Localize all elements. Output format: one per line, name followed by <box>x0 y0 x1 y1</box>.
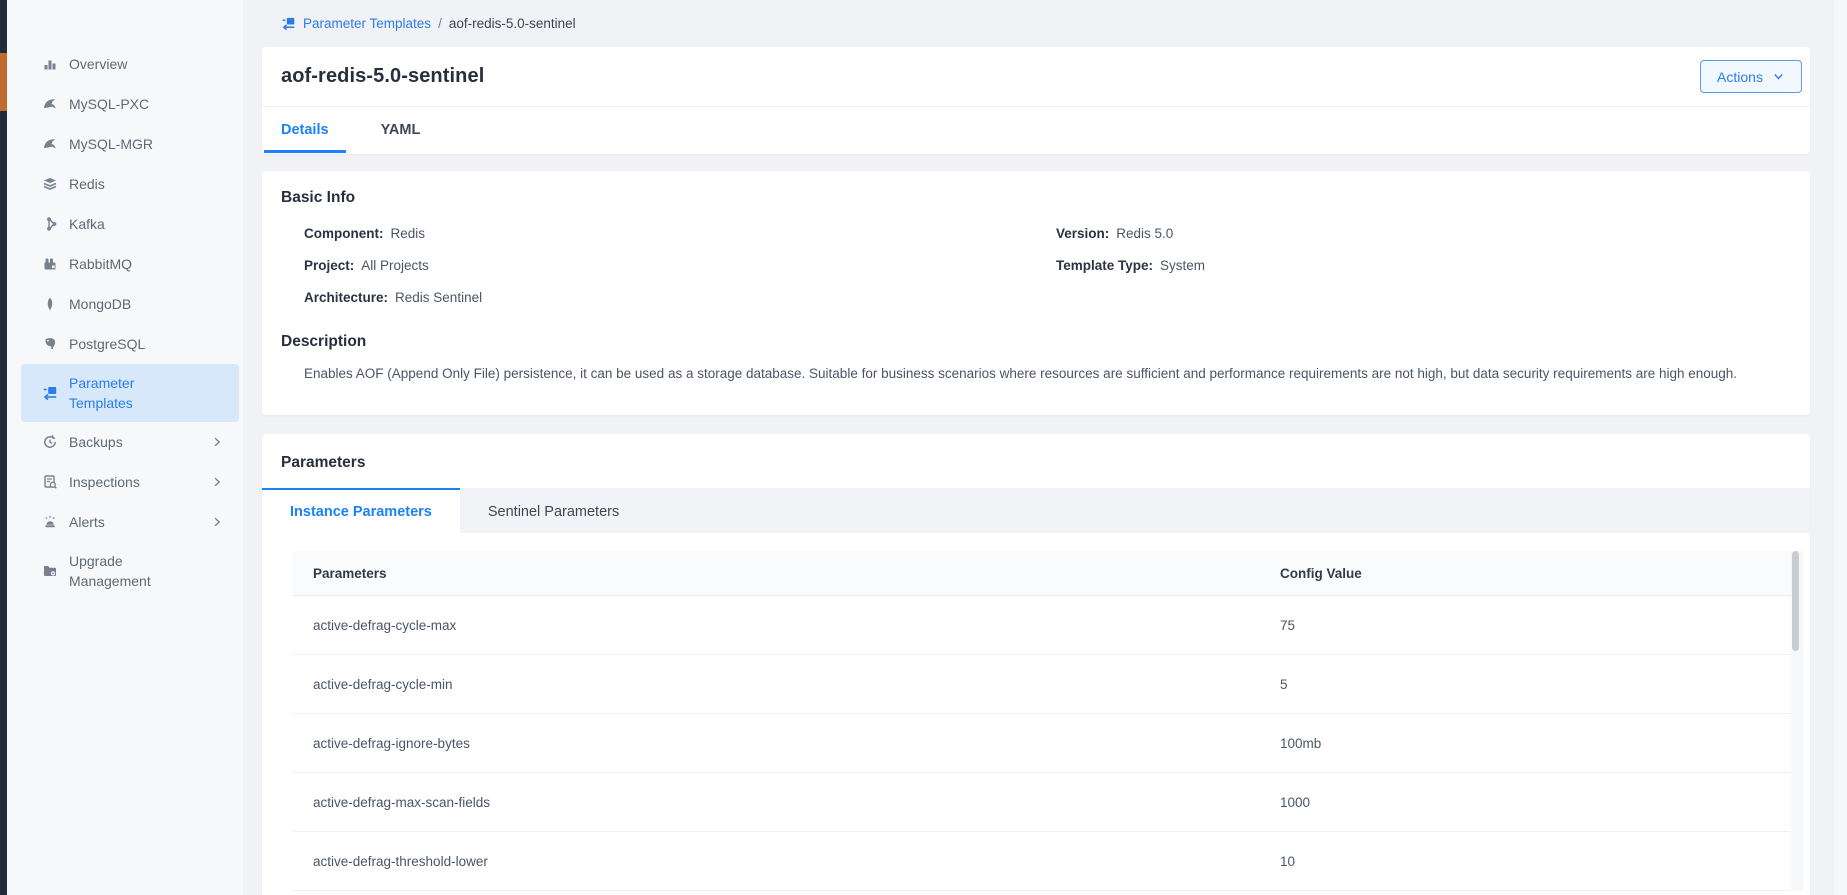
tab-instance-parameters[interactable]: Instance Parameters <box>262 488 460 533</box>
breadcrumb: Parameter Templates / aof-redis-5.0-sent… <box>262 0 1810 47</box>
param-name-cell: active-defrag-max-scan-fields <box>293 795 1280 810</box>
description-text: Enables AOF (Append Only File) persisten… <box>281 364 1791 384</box>
param-value-cell: 10 <box>1280 854 1791 869</box>
page-scrollbar-track[interactable] <box>1833 0 1847 895</box>
table-row: active-defrag-cycle-min 5 <box>293 655 1791 714</box>
app-window: Overview MySQL-PXC MySQL-MGR Redis Kafka… <box>0 0 1847 895</box>
left-rail <box>0 0 7 895</box>
dolphin-icon <box>42 136 58 152</box>
param-value-cell: 5 <box>1280 677 1791 692</box>
table-row: active-defrag-ignore-bytes 100mb <box>293 714 1791 773</box>
sidebar-item-alerts[interactable]: Alerts <box>21 502 239 542</box>
param-value-cell: 75 <box>1280 618 1791 633</box>
sidebar-item-upgrade-management[interactable]: Upgrade Management <box>21 542 239 600</box>
param-name-cell: active-defrag-cycle-min <box>293 677 1280 692</box>
table-scrollbar-thumb[interactable] <box>1792 551 1799 651</box>
sidebar-item-backups[interactable]: Backups <box>21 422 239 462</box>
sidebar-item-mongodb[interactable]: MongoDB <box>21 284 239 324</box>
breadcrumb-root-link[interactable]: Parameter Templates <box>303 16 431 31</box>
kafka-icon <box>42 216 58 232</box>
elephant-icon <box>42 336 58 352</box>
chevron-right-icon <box>211 476 223 488</box>
parameters-card: Parameters Instance Parameters Sentinel … <box>262 434 1810 895</box>
rail-accent-marker <box>0 53 7 111</box>
dolphin-icon <box>42 96 58 112</box>
basic-info-title: Basic Info <box>281 189 1791 207</box>
inspection-icon <box>42 474 58 490</box>
field-project: Project:All Projects <box>304 255 1056 277</box>
upgrade-icon <box>42 563 58 579</box>
breadcrumb-separator: / <box>438 16 442 31</box>
column-header-config-value: Config Value <box>1280 566 1791 581</box>
tab-details[interactable]: Details <box>264 107 346 153</box>
detail-tabs: Details YAML <box>262 107 1810 153</box>
sidebar-item-mysql-mgr[interactable]: MySQL-MGR <box>21 124 239 164</box>
alert-icon <box>42 514 58 530</box>
sidebar-item-parameter-templates[interactable]: Parameter Templates <box>21 364 239 422</box>
param-name-cell: active-defrag-ignore-bytes <box>293 736 1280 751</box>
param-name-cell: active-defrag-threshold-lower <box>293 854 1280 869</box>
param-value-cell: 100mb <box>1280 736 1791 751</box>
table-header-row: Parameters Config Value <box>293 551 1791 596</box>
parameters-table: Parameters Config Value active-defrag-cy… <box>293 551 1803 891</box>
sidebar-item-postgresql[interactable]: PostgreSQL <box>21 324 239 364</box>
detail-header-card: aof-redis-5.0-sentinel Actions Details Y… <box>262 47 1810 154</box>
parameters-title: Parameters <box>262 454 1810 472</box>
bar-chart-icon <box>42 56 58 72</box>
table-row: active-defrag-cycle-max 75 <box>293 596 1791 655</box>
chevron-right-icon <box>211 436 223 448</box>
page-title: aof-redis-5.0-sentinel <box>281 65 484 88</box>
actions-button-label: Actions <box>1717 69 1763 85</box>
template-icon <box>42 385 58 401</box>
stack-icon <box>42 176 58 192</box>
parameter-templates-icon <box>281 16 296 31</box>
table-row: active-defrag-threshold-lower 10 <box>293 832 1791 891</box>
tab-yaml[interactable]: YAML <box>364 107 438 153</box>
leaf-icon <box>42 296 58 312</box>
sidebar-item-mysql-pxc[interactable]: MySQL-PXC <box>21 84 239 124</box>
field-component: Component:Redis <box>304 223 1056 245</box>
table-row: active-defrag-max-scan-fields 1000 <box>293 773 1791 832</box>
title-row: aof-redis-5.0-sentinel Actions <box>262 47 1810 107</box>
breadcrumb-current: aof-redis-5.0-sentinel <box>449 16 576 31</box>
field-architecture: Architecture:Redis Sentinel <box>304 287 1056 309</box>
backup-icon <box>42 434 58 450</box>
param-name-cell: active-defrag-cycle-max <box>293 618 1280 633</box>
main-area: Parameter Templates / aof-redis-5.0-sent… <box>243 0 1847 895</box>
sidebar-item-inspections[interactable]: Inspections <box>21 462 239 502</box>
sidebar-item-overview[interactable]: Overview <box>21 44 239 84</box>
sidebar: Overview MySQL-PXC MySQL-MGR Redis Kafka… <box>7 0 243 895</box>
actions-button[interactable]: Actions <box>1700 60 1802 93</box>
field-template-type: Template Type:System <box>1056 255 1791 277</box>
sidebar-item-kafka[interactable]: Kafka <box>21 204 239 244</box>
sidebar-item-rabbitmq[interactable]: RabbitMQ <box>21 244 239 284</box>
tab-sentinel-parameters[interactable]: Sentinel Parameters <box>460 488 647 533</box>
chevron-down-icon <box>1772 70 1785 83</box>
rabbit-icon <box>42 256 58 272</box>
basic-info-grid: Component:Redis Version:Redis 5.0 Projec… <box>281 223 1791 309</box>
chevron-right-icon <box>211 516 223 528</box>
parameters-tabs: Instance Parameters Sentinel Parameters <box>262 488 1810 533</box>
sidebar-item-redis[interactable]: Redis <box>21 164 239 204</box>
basic-info-card: Basic Info Component:Redis Version:Redis… <box>262 171 1810 415</box>
description-title: Description <box>281 333 1791 351</box>
param-value-cell: 1000 <box>1280 795 1791 810</box>
column-header-parameters: Parameters <box>293 566 1280 581</box>
field-version: Version:Redis 5.0 <box>1056 223 1791 245</box>
